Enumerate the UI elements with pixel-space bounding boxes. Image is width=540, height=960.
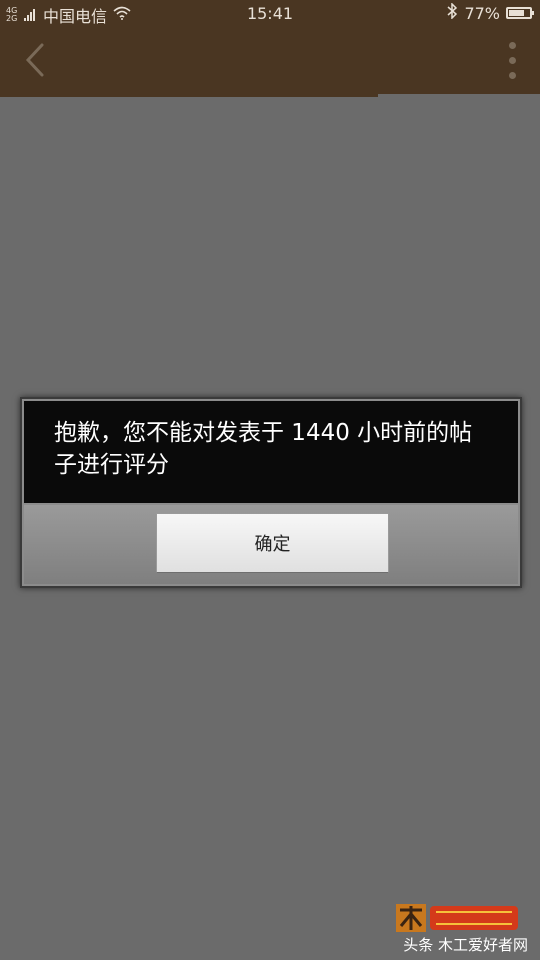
alert-dialog: 抱歉，您不能对发表于 1440 小时前的帖子进行评分 确定	[20, 397, 522, 588]
watermark-logo	[396, 902, 522, 934]
dialog-actions: 确定	[24, 505, 518, 584]
ok-button[interactable]: 确定	[156, 513, 389, 573]
dialog-message: 抱歉，您不能对发表于 1440 小时前的帖子进行评分	[24, 401, 518, 503]
watermark-caption: 头条 木工爱好者网	[403, 936, 528, 954]
back-arrow-icon	[25, 43, 44, 77]
battery-fill	[509, 10, 525, 16]
status-bar: 4G 2G 中国电信 15:41 77%	[0, 0, 540, 28]
back-button[interactable]	[16, 40, 56, 80]
battery-percent: 77%	[464, 3, 500, 23]
loading-progress-bar	[0, 94, 378, 97]
battery-icon	[506, 7, 534, 19]
status-right: 77%	[446, 2, 534, 23]
app-bar	[0, 28, 540, 94]
bluetooth-icon	[446, 2, 458, 23]
overflow-menu-icon[interactable]	[502, 40, 522, 80]
